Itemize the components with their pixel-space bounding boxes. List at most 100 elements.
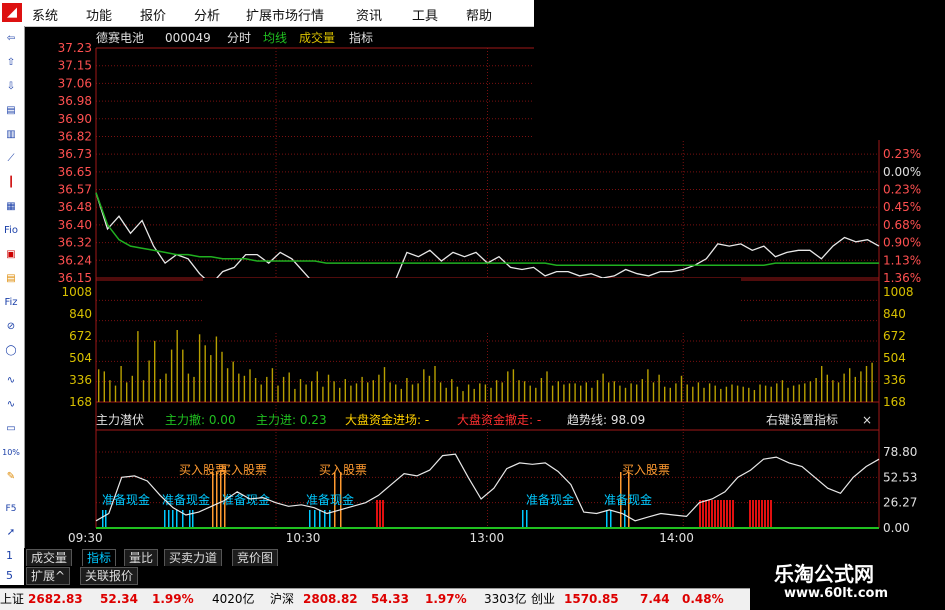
side-number-1[interactable]: 1 [6, 549, 13, 562]
tab-related-quote[interactable]: 关联报价 [80, 567, 139, 585]
tab-indicator[interactable]: 指标 [82, 549, 117, 567]
volume-bar [327, 374, 330, 402]
volume-bar [249, 369, 251, 402]
percent-icon[interactable]: 10% [2, 444, 20, 462]
prepare-label: 准备现金 [604, 492, 652, 507]
volume-bar [383, 367, 386, 402]
buy-label: 买入股票 [219, 463, 267, 477]
zoom-icon[interactable]: ⊘ [2, 318, 20, 336]
side-number-5[interactable]: 5 [6, 569, 13, 582]
volume-bar [311, 381, 313, 402]
back-arrow-icon[interactable]: ⇦ [2, 30, 20, 48]
pencil-icon[interactable]: ✎ [2, 468, 20, 486]
volume-bar [692, 386, 694, 402]
prepare-marker [319, 510, 321, 528]
down-arrow-icon[interactable]: ⇩ [2, 78, 20, 96]
red-signal-bar [755, 500, 757, 528]
candle-icon[interactable]: ┃ [2, 174, 20, 192]
trend-value: 趋势线: 98.09 [567, 413, 645, 427]
price-tick-label: 36.82 [58, 129, 92, 143]
volume-bar [417, 383, 419, 402]
volume-bar [271, 368, 274, 402]
red-signal-bar [732, 500, 734, 528]
red-signal-bar [705, 500, 707, 528]
f10-icon[interactable]: ▦ [2, 198, 20, 216]
red-signal-bar [376, 500, 378, 528]
indicator-tick-label: 0.00 [883, 521, 910, 535]
index-cy-value: 1570.85 [564, 592, 619, 606]
volume-bar [680, 375, 683, 402]
menu-analysis[interactable]: 分析 [194, 5, 220, 24]
tab-volume[interactable]: 成交量 [26, 549, 73, 567]
volume-tick-label-right: 1008 [883, 285, 914, 299]
volume-bar [361, 376, 363, 402]
stock-code: 000049 [165, 31, 211, 45]
volume-bar [120, 366, 122, 402]
list-icon[interactable]: ▥ [2, 126, 20, 144]
volume-bar [512, 369, 515, 402]
menu-help[interactable]: 帮助 [466, 5, 492, 24]
wave-icon[interactable]: ∿ [2, 372, 20, 390]
menu-tools[interactable]: 工具 [412, 5, 438, 24]
volume-bar [675, 383, 677, 402]
f1-icon[interactable]: ▤ [2, 270, 20, 288]
volume-bar [232, 361, 234, 402]
volume-bar [624, 387, 627, 402]
circle-icon[interactable]: ◯ [2, 342, 20, 360]
bottom-tabs-secondary: 扩展^ 关联报价 [24, 566, 750, 585]
menu-quote[interactable]: 报价 [140, 5, 166, 24]
volume-bar [148, 360, 150, 402]
volume-bar [411, 384, 414, 402]
red-signal-bar [764, 500, 766, 528]
cursor-icon[interactable]: ➚ [2, 524, 20, 542]
prepare-marker [102, 510, 104, 528]
index-hs-change: 54.33 [371, 592, 409, 606]
volume-tick-label: 672 [69, 329, 92, 343]
volume-label: 成交量 [299, 30, 335, 45]
buy-label: 买入股票 [319, 463, 367, 477]
price-tick-label: 36.65 [58, 165, 92, 179]
volume-bar [602, 373, 604, 402]
volume-bar [697, 382, 700, 402]
volume-tick-label-right: 168 [883, 395, 906, 409]
stat-icon[interactable]: ▭ [2, 420, 20, 438]
tab-buy-sell-force[interactable]: 买卖力道 [164, 549, 223, 567]
indicator-tick-label: 52.53 [883, 470, 917, 484]
wave2-icon[interactable]: ∿ [2, 396, 20, 414]
right-axis-labels: 0.23% 0.00% 0.23% 0.45% 0.68% 0.90% 1.13% 1.36%… [883, 147, 921, 535]
volume-bar [294, 388, 296, 402]
line-chart-icon[interactable]: ⟋ [2, 150, 20, 168]
prepare-marker [164, 510, 166, 528]
volume-bar [277, 385, 279, 402]
volume-bar [221, 351, 223, 402]
volume-bar [529, 385, 531, 402]
menu-info[interactable]: 资讯 [356, 5, 382, 24]
f5-icon[interactable]: ▣ [2, 246, 20, 264]
prepare-marker [610, 510, 612, 528]
close-icon[interactable]: × [862, 413, 872, 427]
up-arrow-icon[interactable]: ⇧ [2, 54, 20, 72]
left-toolbar: ⇦ ⇧ ⇩ ▤ ▥ ⟋ ┃ ▦ Fio ▣ ▤ Fiz ⊘ ◯ ∿ ∿ ▭ 10… [0, 26, 25, 580]
watermark: 乐淘公式网 www.60lt.com [750, 548, 945, 609]
volume-bar [142, 380, 145, 402]
fio-icon[interactable]: Fio [2, 222, 20, 240]
tab-extend[interactable]: 扩展^ [26, 567, 71, 585]
volume-bar [507, 371, 509, 402]
f5b-icon[interactable]: F5 [2, 500, 20, 518]
volume-bar [260, 384, 262, 402]
volume-bar [126, 382, 128, 402]
menu-function[interactable]: 功能 [86, 5, 112, 24]
tab-volume-ratio[interactable]: 量比 [124, 549, 159, 567]
menu-system[interactable]: 系统 [32, 5, 58, 24]
red-signal-bar [767, 500, 769, 528]
quote-icon[interactable]: ▤ [2, 102, 20, 120]
volume-bar [226, 368, 229, 402]
volume-bar [350, 385, 352, 402]
tab-auction[interactable]: 竞价图 [232, 549, 279, 567]
menu-extended-market[interactable]: 扩展市场行情 [246, 5, 324, 24]
indicator-tick-label: 78.80 [883, 445, 917, 459]
volume-bar [720, 388, 722, 402]
fiz-icon[interactable]: Fiz [2, 294, 20, 312]
volume-bar [585, 382, 587, 402]
settings-hint[interactable]: 右键设置指标 [766, 412, 838, 427]
